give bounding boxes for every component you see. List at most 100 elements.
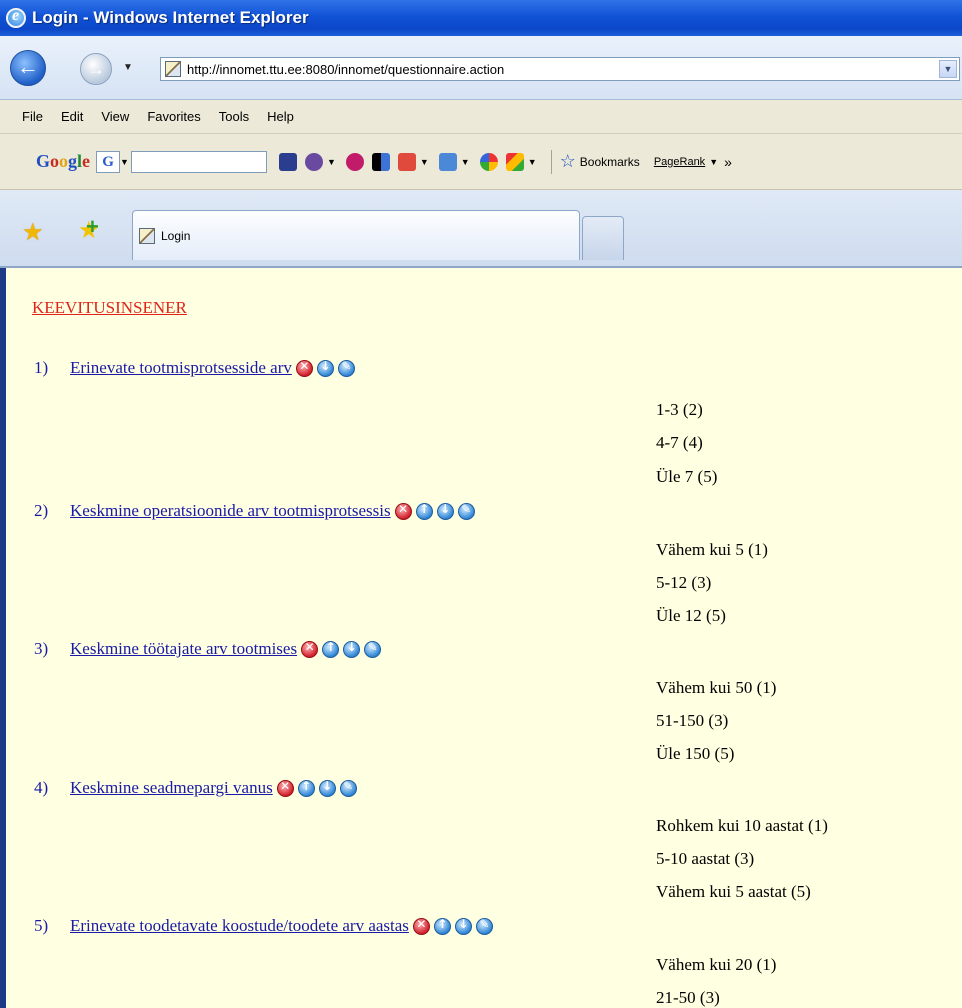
answer-option: Vähem kui 5 (1) [656, 540, 768, 559]
question-link[interactable]: Erinevate toodetavate koostude/toodete a… [70, 916, 409, 936]
page-content: KEEVITUSINSENER 1) Erinevate tootmisprot… [0, 268, 962, 1008]
new-tab-button[interactable] [582, 216, 624, 260]
question-row: 1) Erinevate tootmisprotsesside arv ✕ ↓ … [34, 358, 355, 378]
forward-arrow-icon: → [87, 59, 105, 79]
navigation-bar: ← → ▼ http://innomet.ttu.ee:8080/innomet… [0, 36, 962, 100]
move-up-icon[interactable]: ↑ [297, 779, 315, 797]
address-bar[interactable]: http://innomet.ttu.ee:8080/innomet/quest… [160, 57, 960, 81]
toolbar-overflow-button[interactable]: » [724, 154, 732, 170]
answer-option: Üle 150 (5) [656, 744, 735, 763]
question-link[interactable]: Keskmine operatsioonide arv tootmisprots… [70, 501, 391, 521]
answer-option: Üle 12 (5) [656, 606, 726, 625]
gadget-dropdown[interactable]: ▼ [528, 157, 537, 167]
orkut-icon[interactable] [345, 152, 364, 171]
tab-page-icon [139, 227, 155, 244]
move-up-icon[interactable]: ↑ [322, 640, 340, 658]
bookmarks-star-icon: ☆ [559, 151, 576, 171]
question-link[interactable]: Erinevate tootmisprotsesside arv [70, 358, 292, 378]
tab-login[interactable]: Login [132, 210, 580, 260]
delete-icon[interactable]: ✕ [394, 502, 412, 520]
answer-option: 5-12 (3) [656, 573, 712, 592]
question-link[interactable]: Keskmine seadmepargi vanus [70, 778, 273, 798]
google-g-button[interactable]: G [96, 150, 121, 173]
question-link[interactable]: Keskmine töötajate arv tootmises [70, 639, 297, 659]
pagerank-dropdown[interactable]: ▼ [709, 157, 718, 167]
menu-edit[interactable]: Edit [61, 109, 83, 124]
tab-bar: ★ ★ Login [0, 190, 962, 268]
question-number: 4) [34, 778, 49, 797]
question-row: 3) Keskmine töötajate arv tootmises ✕ ↑ … [34, 639, 382, 659]
menu-bar: File Edit View Favorites Tools Help [0, 100, 962, 134]
back-arrow-icon: ← [17, 54, 39, 79]
menu-view[interactable]: View [101, 109, 129, 124]
answer-option: Rohkem kui 10 aastat (1) [656, 816, 828, 835]
answer-option: Üle 7 (5) [656, 467, 718, 486]
toolbar-separator [550, 149, 552, 174]
answer-option: 21-50 (3) [656, 988, 720, 1007]
edit-icon[interactable]: ✎ [457, 502, 475, 520]
google-search-input[interactable] [130, 150, 267, 173]
address-url[interactable]: http://innomet.ttu.ee:8080/innomet/quest… [187, 62, 504, 77]
question-number: 1) [34, 358, 49, 377]
picasa-icon[interactable] [479, 152, 498, 171]
answer-option: Vähem kui 50 (1) [656, 678, 777, 697]
calendar-dropdown[interactable]: ▼ [461, 157, 470, 167]
delete-icon[interactable]: ✕ [295, 359, 313, 377]
delete-icon[interactable]: ✕ [276, 779, 294, 797]
answer-option: 51-150 (3) [656, 711, 729, 730]
question-number: 3) [34, 639, 49, 658]
ie-logo-icon [6, 7, 26, 28]
answer-option: 1-3 (2) [656, 400, 703, 419]
back-button[interactable]: ← [10, 50, 46, 86]
forward-button[interactable]: → [80, 53, 112, 85]
calendar-icon[interactable] [438, 152, 457, 171]
mail-icon[interactable] [397, 152, 416, 171]
pagerank-button[interactable]: PageRank [654, 156, 705, 168]
google-logo[interactable]: Google [36, 151, 90, 172]
question-number: 5) [34, 916, 49, 935]
page-heading[interactable]: KEEVITUSINSENER [32, 298, 187, 318]
page-icon [165, 61, 181, 77]
move-down-icon[interactable]: ↓ [436, 502, 454, 520]
mail-dropdown[interactable]: ▼ [420, 157, 429, 167]
google-g-dropdown[interactable]: ▼ [120, 157, 129, 167]
answer-option: Vähem kui 20 (1) [656, 955, 777, 974]
popup-blocker-icon[interactable] [304, 152, 323, 171]
move-down-icon[interactable]: ↓ [454, 917, 472, 935]
question-row: 5) Erinevate toodetavate koostude/toodet… [34, 916, 493, 936]
edit-icon[interactable]: ✎ [339, 779, 357, 797]
move-up-icon[interactable]: ↑ [433, 917, 451, 935]
tab-label: Login [161, 228, 191, 243]
menu-favorites[interactable]: Favorites [147, 109, 200, 124]
answer-option: 4-7 (4) [656, 433, 703, 452]
move-down-icon[interactable]: ↓ [316, 359, 334, 377]
menu-file[interactable]: File [22, 109, 43, 124]
favorites-star-icon[interactable]: ★ [22, 218, 44, 247]
question-row: 4) Keskmine seadmepargi vanus ✕ ↑ ↓ ✎ [34, 778, 357, 798]
bookmarks-button[interactable]: Bookmarks [580, 155, 640, 169]
delete-icon[interactable]: ✕ [301, 640, 319, 658]
window-title: Login - Windows Internet Explorer [32, 8, 309, 27]
edit-icon[interactable]: ✎ [337, 359, 355, 377]
answer-option: Vähem kui 5 aastat (5) [656, 882, 811, 901]
menu-help[interactable]: Help [267, 109, 294, 124]
history-dropdown-button[interactable]: ▼ [123, 62, 133, 73]
popup-blocker-dropdown[interactable]: ▼ [327, 157, 336, 167]
answer-option: 5-10 aastat (3) [656, 849, 755, 868]
edit-icon[interactable]: ✎ [475, 917, 493, 935]
title-bar: Login - Windows Internet Explorer [0, 0, 962, 36]
add-favorites-icon[interactable]: ★ [78, 214, 100, 245]
edit-icon[interactable]: ✎ [364, 640, 382, 658]
menu-tools[interactable]: Tools [219, 109, 249, 124]
move-down-icon[interactable]: ↓ [343, 640, 361, 658]
move-up-icon[interactable]: ↑ [415, 502, 433, 520]
delete-icon[interactable]: ✕ [412, 917, 430, 935]
address-dropdown-button[interactable]: ▼ [939, 60, 957, 78]
question-row: 2) Keskmine operatsioonide arv tootmispr… [34, 501, 475, 521]
question-number: 2) [34, 501, 49, 520]
graduation-cap-icon[interactable] [278, 152, 297, 171]
google-toolbar: Google G ▼ ▼ ▼ ▼ ▼ ☆ Bookmarks PageRank … [0, 134, 962, 190]
delicious-icon[interactable] [371, 152, 390, 171]
move-down-icon[interactable]: ↓ [318, 779, 336, 797]
gadget-icon[interactable] [505, 152, 524, 171]
